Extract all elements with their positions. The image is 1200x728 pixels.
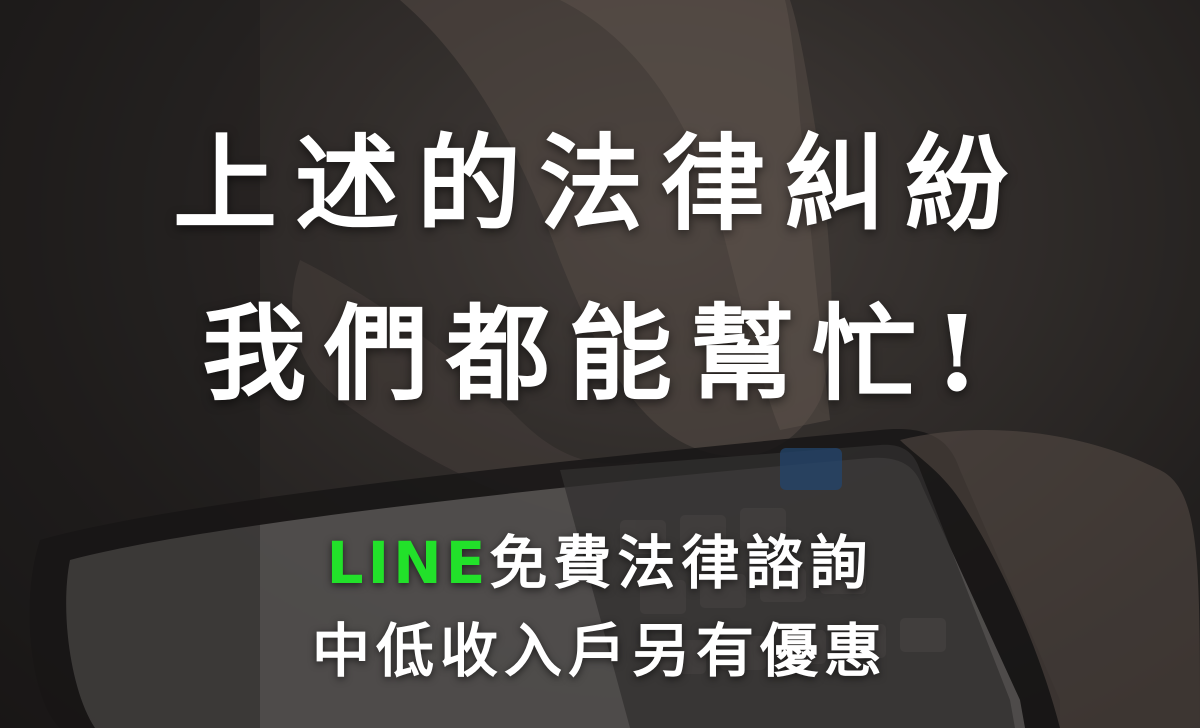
subtext-line-2: 中低收入戶另有優惠 bbox=[311, 617, 888, 685]
free-consultation-text: 免費法律諮詢 bbox=[489, 529, 874, 597]
subtext-line-1: LINE免費法律諮詢 bbox=[0, 528, 1200, 598]
line-brand-label: LINE bbox=[326, 529, 490, 597]
headline-line-1: 上述的法律糾紛 bbox=[172, 122, 1027, 245]
promo-banner: 上述的法律糾紛 我們都能幫忙! LINE免費法律諮詢 中低收入戶另有優惠 bbox=[0, 0, 1200, 728]
headline-line-2: 我們都能幫忙! bbox=[202, 292, 998, 415]
